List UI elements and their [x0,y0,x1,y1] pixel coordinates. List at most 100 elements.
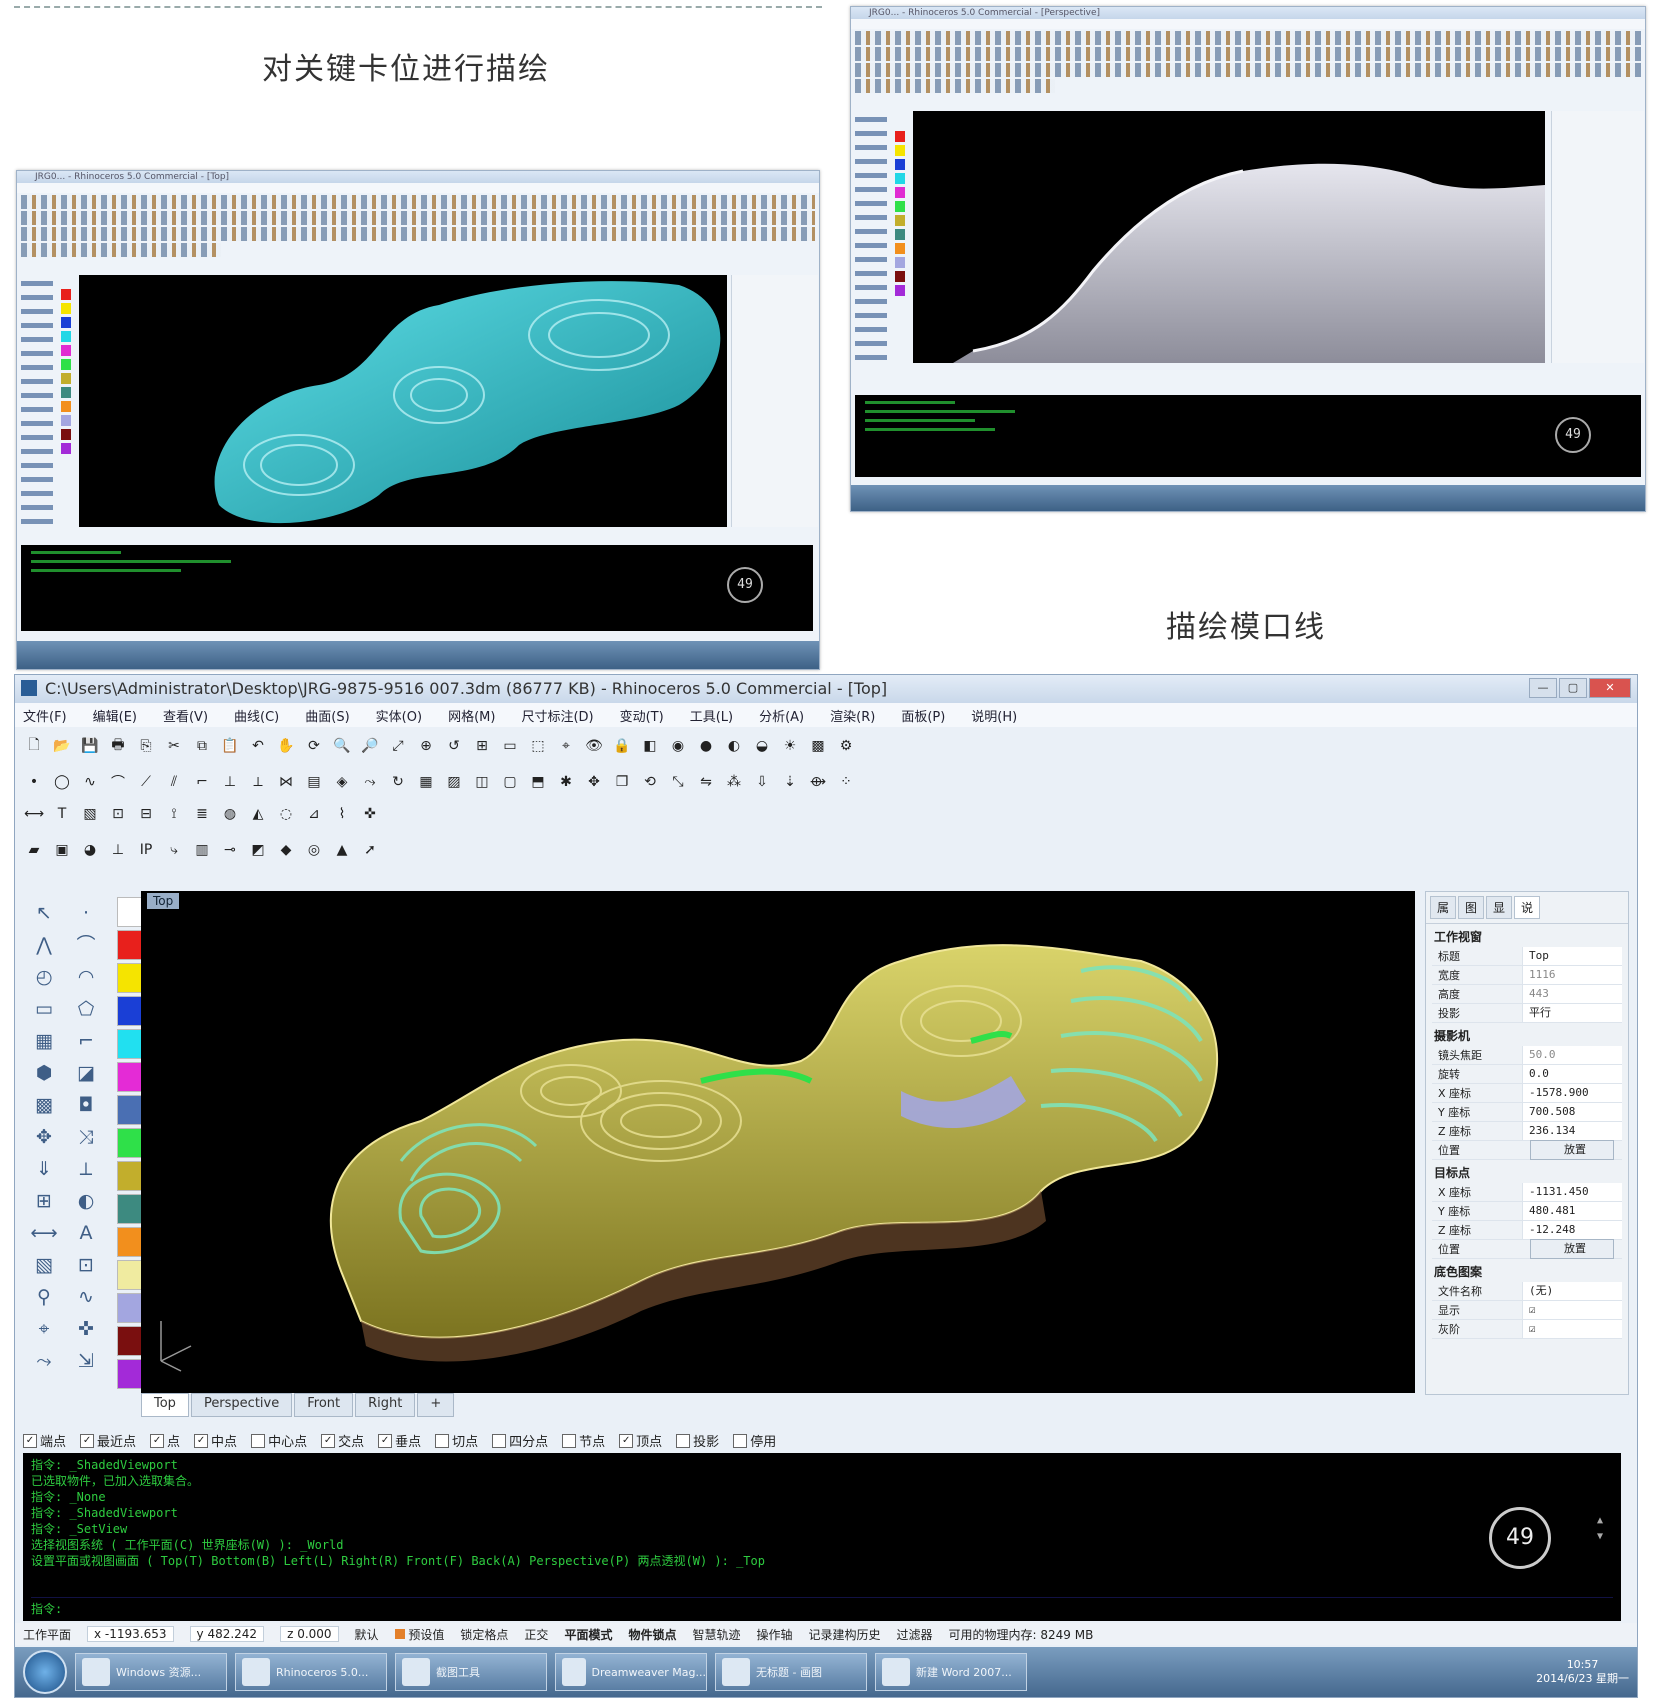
hide-icon[interactable]: 👁 [583,735,605,757]
toggle-filter[interactable]: 过滤器 [897,1626,933,1643]
project-tool-icon[interactable]: ⇓ [23,1153,65,1185]
curvature-tool-icon[interactable]: ∿ [65,1281,107,1313]
rebuild-icon[interactable]: ⟴ [807,771,829,793]
rendered-icon[interactable]: ◒ [751,735,773,757]
osnap-checkbox[interactable]: ✓ [321,1433,336,1448]
surface-icon[interactable]: ◩ [247,839,269,861]
mesh-tool-icon[interactable]: ▩ [23,1089,65,1121]
zoom-icon[interactable]: 🔍 [331,735,353,757]
prop-value[interactable]: 700.508 [1522,1103,1622,1121]
group-icon[interactable]: ⊡ [107,803,129,825]
taskbar-item[interactable]: Windows 资源... [75,1653,227,1691]
hatch-tool-icon[interactable]: ▧ [23,1249,65,1281]
tab-display[interactable]: 显 [1486,896,1513,919]
fillet-icon[interactable]: ⌐ [191,771,213,793]
prop-value[interactable]: 480.481 [1522,1202,1622,1220]
taskbar-item[interactable]: Dreamweaver Mag... [555,1653,707,1691]
maximize-button[interactable]: ▢ [1559,678,1587,698]
tab-right[interactable]: Right [355,1393,416,1417]
osnap-item[interactable]: ✓ 点 [150,1431,180,1450]
menu-tools[interactable]: 工具(L) [690,706,733,725]
taskbar-item[interactable]: 截图工具 [395,1653,547,1691]
command-area-small[interactable]: 49 [855,395,1641,477]
paste-icon[interactable]: 📋 [219,735,241,757]
zebra-icon[interactable]: ≣ [191,803,213,825]
menu-dimension[interactable]: 尺寸标注(D) [521,706,593,725]
analyze-icon[interactable]: ⟟ [163,803,185,825]
command-area-small[interactable]: 49 [21,545,813,631]
tab-properties[interactable]: 属 [1430,896,1457,919]
drag-tool-icon[interactable]: ⇲ [65,1345,107,1377]
split-tool-icon[interactable]: ⟂ [65,1153,107,1185]
zoom-window-icon[interactable]: 🔎 [359,735,381,757]
viewport-top[interactable]: Top [141,891,1415,1393]
split-icon[interactable]: ⟂ [247,771,269,793]
zoom-extents-icon[interactable]: ⤢ [387,735,409,757]
wallpaper-file-field[interactable]: (无) [1522,1282,1622,1300]
tab-layers[interactable]: 图 [1458,896,1485,919]
boolean-tool-icon[interactable]: ◪ [65,1057,107,1089]
new-file-icon[interactable]: 🗋 [23,735,45,757]
dimension-tool-icon[interactable]: ⟷ [23,1217,65,1249]
snap-tool-icon[interactable]: ⌖ [23,1313,65,1345]
edit-points-icon[interactable]: ⁘ [835,771,857,793]
torus-icon[interactable]: ◎ [303,839,325,861]
osnap-item[interactable]: 四分点 [492,1431,548,1450]
osnap-item[interactable]: ✓ 垂点 [378,1431,421,1450]
curve-icon[interactable]: ∿ [79,771,101,793]
osnap-checkbox[interactable] [492,1433,507,1448]
menu-edit[interactable]: 编辑(E) [93,706,137,725]
circle-tool-icon[interactable]: ◴ [23,961,65,993]
lock-icon[interactable]: 🔒 [611,735,633,757]
osnap-item[interactable]: 停用 [733,1431,776,1450]
osnap-item[interactable]: 投影 [676,1431,719,1450]
system-clock[interactable]: 10:57 2014/6/23 星期一 [1536,1658,1629,1686]
project-icon[interactable]: ⇩ [751,771,773,793]
prop-value[interactable]: -1578.900 [1522,1084,1622,1102]
polyline-icon[interactable]: ⟋ [135,771,157,793]
gumball-icon[interactable]: ✜ [359,803,381,825]
material-icon[interactable]: ▩ [807,735,829,757]
toggle-osnap[interactable]: 物件锁点 [628,1626,676,1643]
grayscale-checkbox[interactable]: ☑ [1522,1320,1622,1338]
render-sphere-icon[interactable]: ● [695,735,717,757]
menu-view[interactable]: 查看(V) [163,706,208,725]
menu-curve[interactable]: 曲线(C) [234,706,279,725]
four-views-icon[interactable]: ⊞ [471,735,493,757]
layer-label[interactable]: 默认 [355,1626,379,1643]
toggle-planar[interactable]: 平面模式 [564,1626,612,1643]
polyline-tool-icon[interactable]: ⋀ [23,929,65,961]
menu-mesh[interactable]: 网格(M) [448,706,495,725]
point-icon[interactable]: • [23,771,45,793]
shell-icon[interactable]: ▢ [499,771,521,793]
command-prompt[interactable]: 指令: [31,1597,1613,1617]
properties-icon[interactable]: ◉ [667,735,689,757]
offset-icon[interactable]: ⫽ [163,771,185,793]
toggle-grid-snap[interactable]: 锁定格点 [460,1626,508,1643]
taskbar-item[interactable]: Rhinoceros 5.0... [235,1653,387,1691]
menu-help[interactable]: 说明(H) [971,706,1017,725]
pull-icon[interactable]: ⇣ [779,771,801,793]
tab-add[interactable]: + [417,1393,455,1417]
cut-icon[interactable]: ✂ [163,735,185,757]
osnap-checkbox[interactable]: ✓ [194,1433,209,1448]
taskbar-item[interactable]: 无标题 - 画图 [715,1653,867,1691]
light-icon[interactable]: ☀ [779,735,801,757]
osnap-checkbox[interactable]: ✓ [619,1433,634,1448]
extrude-icon[interactable]: ▤ [303,771,325,793]
zoom-selected-icon[interactable]: ⊕ [415,735,437,757]
menu-analyze[interactable]: 分析(A) [759,706,804,725]
osnap-item[interactable]: 中心点 [251,1431,307,1450]
analyze-tool-icon[interactable]: ⚲ [23,1281,65,1313]
tab-perspective[interactable]: Perspective [190,1393,293,1417]
osnap-checkbox[interactable] [676,1433,691,1448]
solid-icon[interactable]: ◆ [275,839,297,861]
arc-tool-icon[interactable]: ◠ [65,961,107,993]
toggle-smarttrack[interactable]: 智慧轨迹 [692,1626,740,1643]
group-tool-icon[interactable]: ⊡ [65,1249,107,1281]
osnap-checkbox[interactable]: ✓ [80,1433,95,1448]
osnap-checkbox[interactable]: ✓ [150,1433,165,1448]
gumball-tool-icon[interactable]: ✜ [65,1313,107,1345]
prop-value[interactable]: 236.134 [1522,1122,1622,1140]
extrude-curve-icon[interactable]: ▰ [23,839,45,861]
